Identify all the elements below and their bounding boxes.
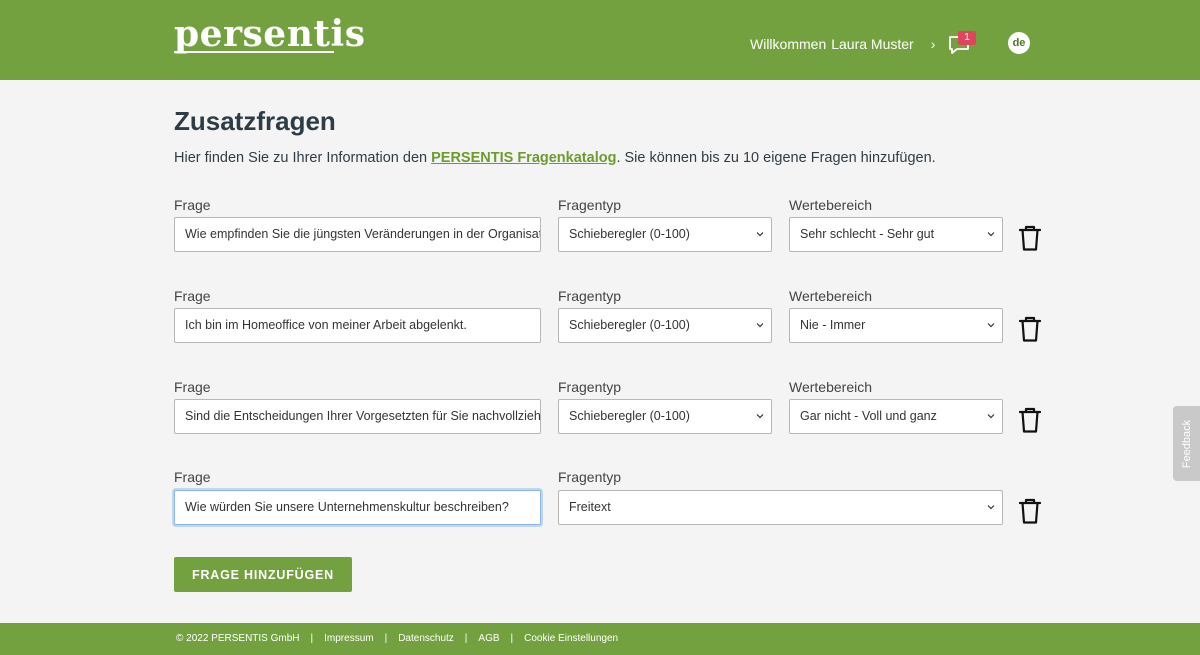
question-label: Frage bbox=[174, 197, 211, 213]
page-title: Zusatzfragen bbox=[174, 106, 336, 136]
question-label: Frage bbox=[174, 469, 211, 485]
trash-icon[interactable] bbox=[1019, 316, 1041, 342]
language-switch[interactable]: de bbox=[1008, 32, 1030, 54]
user-menu[interactable]: Willkommen Laura Muster › bbox=[750, 36, 935, 52]
type-label: Fragentyp bbox=[558, 288, 622, 304]
chevron-down-icon bbox=[756, 232, 764, 237]
question-input[interactable]: Wie empfinden Sie die jüngsten Veränderu… bbox=[174, 217, 541, 252]
footer-link-agb[interactable]: AGB bbox=[478, 633, 499, 645]
question-input[interactable]: Sind die Entscheidungen Ihrer Vorgesetzt… bbox=[174, 399, 541, 434]
chevron-down-icon bbox=[987, 323, 995, 328]
feedback-tab[interactable]: Feedback bbox=[1173, 406, 1200, 481]
footer-link-cookie-settings[interactable]: Cookie Einstellungen bbox=[524, 633, 618, 645]
value-range-select[interactable]: Nie - Immer bbox=[789, 308, 1003, 343]
footer-separator: | bbox=[464, 633, 468, 644]
footer-separator: | bbox=[384, 633, 388, 644]
range-label: Wertebereich bbox=[789, 288, 873, 304]
message-count-badge: 1 bbox=[958, 31, 976, 45]
top-header: persentis Willkommen Laura Muster › 1 de bbox=[0, 0, 1200, 80]
user-name: Laura Muster bbox=[831, 36, 914, 52]
trash-icon[interactable] bbox=[1019, 407, 1041, 433]
footer-links: © 2022 PERSENTIS GmbH | Impressum | Date… bbox=[176, 633, 618, 645]
type-label: Fragentyp bbox=[558, 197, 622, 213]
trash-icon[interactable] bbox=[1019, 498, 1041, 524]
question-label: Frage bbox=[174, 288, 211, 304]
question-label: Frage bbox=[174, 379, 211, 395]
chevron-down-icon bbox=[756, 414, 764, 419]
range-label: Wertebereich bbox=[789, 197, 873, 213]
question-type-select[interactable]: Schieberegler (0-100) bbox=[558, 308, 772, 343]
footer-separator: | bbox=[510, 633, 514, 644]
welcome-label: Willkommen bbox=[750, 36, 827, 52]
value-range-select[interactable]: Sehr schlecht - Sehr gut bbox=[789, 217, 1003, 252]
logo-underline bbox=[174, 51, 334, 53]
type-label: Fragentyp bbox=[558, 379, 622, 395]
footer: © 2022 PERSENTIS GmbH | Impressum | Date… bbox=[0, 623, 1200, 655]
range-label: Wertebereich bbox=[789, 379, 873, 395]
copyright-text: © 2022 PERSENTIS GmbH bbox=[176, 633, 300, 644]
chevron-down-icon bbox=[987, 232, 995, 237]
chevron-right-icon: › bbox=[930, 36, 936, 52]
footer-link-datenschutz[interactable]: Datenschutz bbox=[398, 633, 454, 645]
add-question-button[interactable]: FRAGE HINZUFÜGEN bbox=[174, 557, 352, 592]
question-input[interactable]: Ich bin im Homeoffice von meiner Arbeit … bbox=[174, 308, 541, 343]
type-label: Fragentyp bbox=[558, 469, 622, 485]
trash-icon[interactable] bbox=[1019, 225, 1041, 251]
persentis-logo[interactable]: persentis bbox=[174, 14, 365, 54]
chevron-down-icon bbox=[756, 323, 764, 328]
question-input[interactable]: Wie würden Sie unsere Unternehmenskultur… bbox=[174, 490, 541, 525]
chevron-down-icon bbox=[987, 414, 995, 419]
chevron-down-icon bbox=[987, 505, 995, 510]
intro-text: Hier finden Sie zu Ihrer Information den… bbox=[174, 150, 936, 166]
feedback-label: Feedback bbox=[1180, 419, 1193, 468]
value-range-select[interactable]: Gar nicht - Voll und ganz bbox=[789, 399, 1003, 434]
fragenkatalog-link[interactable]: PERSENTIS Fragenkatalog bbox=[431, 150, 616, 166]
question-type-select[interactable]: Schieberegler (0-100) bbox=[558, 217, 772, 252]
question-type-select[interactable]: Schieberegler (0-100) bbox=[558, 399, 772, 434]
footer-separator: | bbox=[310, 633, 314, 644]
footer-link-impressum[interactable]: Impressum bbox=[324, 633, 373, 645]
question-type-select[interactable]: Freitext bbox=[558, 490, 1003, 525]
